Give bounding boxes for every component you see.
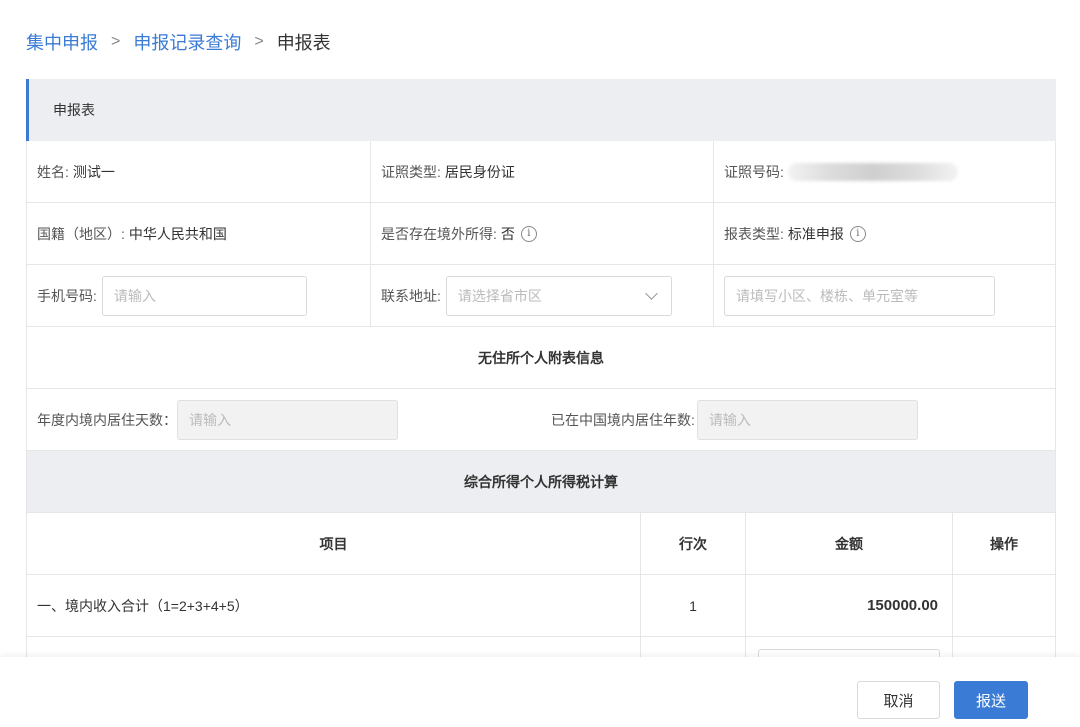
- nationality-label: 国籍（地区）:: [37, 225, 125, 242]
- row-line: [641, 637, 746, 657]
- nonresident-row: 年度内境内居住天数： 请输入 已在中国境内居住年数: 请输入: [26, 389, 1056, 451]
- row-item: [26, 637, 641, 657]
- breadcrumb-link-centralized-report[interactable]: 集中申报: [26, 29, 98, 55]
- info-row-identity: 姓名: 测试一 证照类型: 居民身份证 证照号码:: [26, 141, 1056, 203]
- phone-input[interactable]: 请输入: [101, 275, 307, 316]
- breadcrumb-current: 申报表: [276, 33, 331, 53]
- submit-button[interactable]: 报送: [954, 681, 1028, 719]
- chevron-right-icon: >: [254, 33, 264, 50]
- nationality-value: 中华人民共和国: [128, 225, 227, 242]
- info-icon[interactable]: i: [849, 225, 866, 242]
- name-cell: 姓名: 测试一: [26, 141, 371, 202]
- tax-calc-title-text: 综合所得个人所得税计算: [464, 473, 618, 490]
- column-header-amount: 金额: [746, 513, 953, 574]
- residence-days-cell: 年度内境内居住天数： 请输入: [26, 389, 541, 450]
- address-label: 联系地址:: [381, 287, 441, 304]
- panel-header: 申报表: [26, 79, 1056, 141]
- report-type-cell: 报表类型: 标准申报 i: [714, 203, 1056, 264]
- column-header-action: 操作: [953, 513, 1056, 574]
- info-row-nationality: 国籍（地区）: 中华人民共和国 是否存在境外所得: 否 i 报表类型: 标准申报…: [26, 203, 1056, 265]
- name-value: 测试一: [72, 163, 115, 180]
- overseas-income-value: 否: [500, 225, 515, 242]
- tax-table-header: 项目 行次 金额 操作: [26, 513, 1056, 575]
- breadcrumb: 集中申报 > 申报记录查询 > 申报表: [26, 28, 331, 56]
- column-header-item: 项目: [26, 513, 641, 574]
- row-action: [953, 575, 1056, 636]
- row-amount: 150000.00: [746, 575, 953, 636]
- chevron-down-icon: [645, 286, 658, 300]
- phone-cell: 手机号码: 请输入: [26, 265, 371, 326]
- report-form: 申报表 姓名: 测试一 证照类型: 居民身份证 证照号码: 国籍（地区）: 中华…: [26, 79, 1056, 657]
- amount-input[interactable]: [758, 649, 940, 657]
- residence-years-label: 已在中国境内居住年数:: [551, 411, 695, 428]
- address-cell: 联系地址: 请选择省市区: [371, 265, 714, 326]
- id-type-value: 居民身份证: [444, 163, 515, 180]
- report-type-label: 报表类型:: [724, 225, 784, 242]
- table-row: 一、境内收入合计（1=2+3+4+5） 1 150000.00: [26, 575, 1056, 637]
- overseas-income-label: 是否存在境外所得:: [381, 225, 497, 242]
- nonresident-section-title: 无住所个人附表信息: [26, 327, 1056, 389]
- overseas-income-cell: 是否存在境外所得: 否 i: [371, 203, 714, 264]
- address-detail-input[interactable]: 请填写小区、楼栋、单元室等: [724, 275, 995, 316]
- table-row: [26, 637, 1056, 657]
- address-select-placeholder: 请选择省市区: [457, 287, 542, 304]
- row-amount: [746, 637, 953, 657]
- id-number-cell: 证照号码:: [714, 141, 1056, 202]
- name-label: 姓名:: [37, 163, 69, 180]
- residence-days-input[interactable]: 请输入: [177, 399, 398, 440]
- info-icon[interactable]: i: [520, 225, 537, 242]
- address-detail-cell: 请填写小区、楼栋、单元室等: [714, 265, 1056, 326]
- residence-years-cell: 已在中国境内居住年数: 请输入: [541, 389, 1056, 450]
- nationality-cell: 国籍（地区）: 中华人民共和国: [26, 203, 371, 264]
- tax-calc-section-title: 综合所得个人所得税计算: [26, 451, 1056, 513]
- chevron-right-icon: >: [111, 33, 121, 50]
- id-type-cell: 证照类型: 居民身份证: [371, 141, 714, 202]
- row-item: 一、境内收入合计（1=2+3+4+5）: [26, 575, 641, 636]
- breadcrumb-link-report-query[interactable]: 申报记录查询: [133, 29, 241, 55]
- phone-label: 手机号码:: [37, 287, 97, 304]
- row-action: [953, 637, 1056, 657]
- id-type-label: 证照类型:: [381, 163, 441, 180]
- address-select[interactable]: 请选择省市区: [445, 275, 672, 316]
- column-header-line: 行次: [641, 513, 746, 574]
- report-type-value: 标准申报: [787, 225, 844, 242]
- cancel-button[interactable]: 取消: [857, 681, 940, 719]
- residence-years-input[interactable]: 请输入: [696, 399, 918, 440]
- row-line: 1: [641, 575, 746, 636]
- info-row-contact: 手机号码: 请输入 联系地址: 请选择省市区 请填写小区、楼栋、单元室等: [26, 265, 1056, 327]
- footer-bar: 取消 报送: [0, 657, 1080, 727]
- id-number-label: 证照号码:: [724, 163, 784, 180]
- id-number-masked: [787, 162, 958, 181]
- panel-title: 申报表: [53, 102, 95, 118]
- nonresident-title-text: 无住所个人附表信息: [478, 349, 604, 366]
- residence-days-label: 年度内境内居住天数：: [37, 411, 177, 428]
